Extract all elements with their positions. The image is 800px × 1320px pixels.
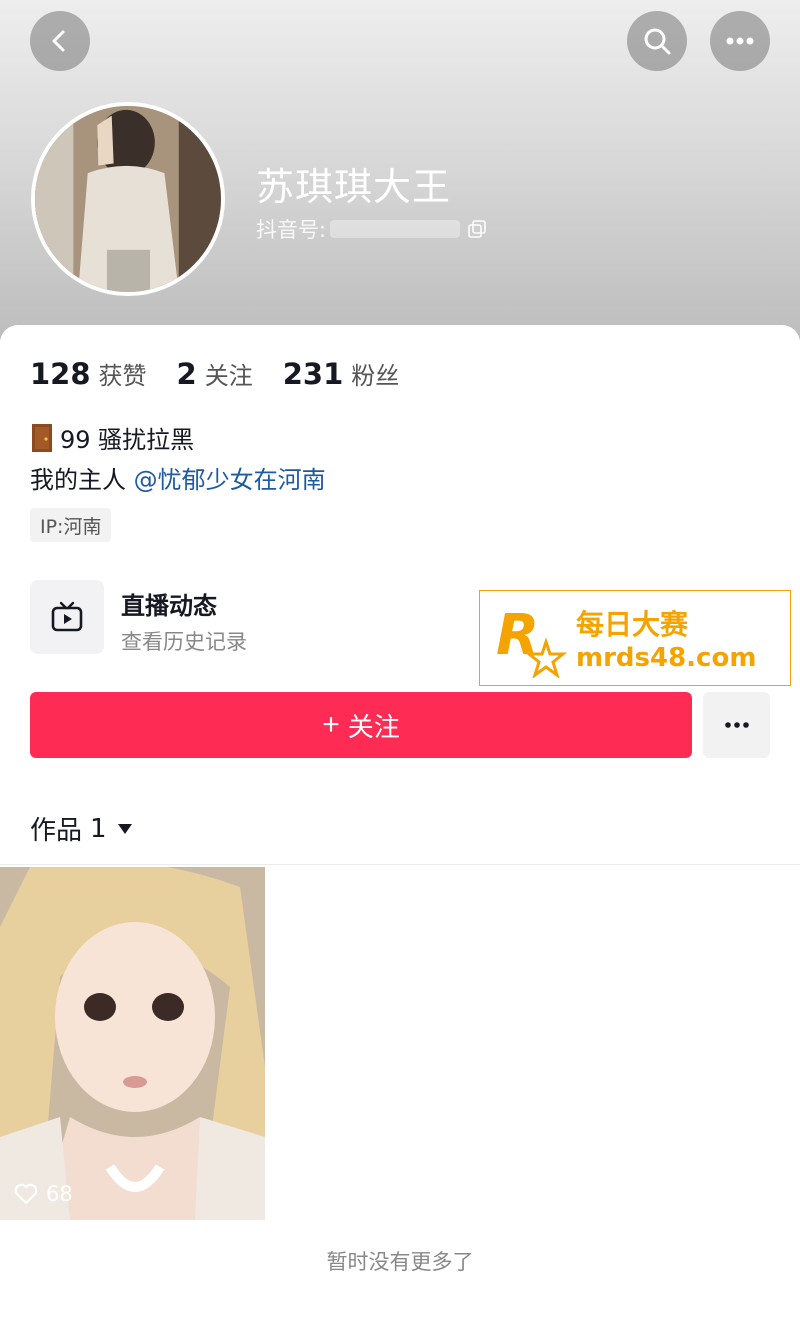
douyin-id: 抖音号: bbox=[256, 214, 486, 244]
divider bbox=[0, 864, 800, 865]
works-count: 1 bbox=[90, 813, 107, 844]
avatar-image bbox=[35, 106, 221, 292]
likes-label: 获赞 bbox=[98, 362, 147, 390]
video-thumbnail[interactable]: 68 bbox=[0, 867, 265, 1220]
profile-header: 苏琪琪大王 抖音号: bbox=[0, 0, 800, 340]
profile-name: 苏琪琪大王 bbox=[256, 165, 452, 209]
bio-text-1: 99 骚扰拉黑 bbox=[60, 426, 195, 454]
bio-line-1: 99 骚扰拉黑 bbox=[30, 420, 194, 455]
following-label: 关注 bbox=[204, 362, 253, 390]
more-icon bbox=[726, 37, 754, 45]
tv-icon bbox=[51, 601, 83, 632]
copy-icon[interactable] bbox=[468, 220, 486, 238]
no-more-text: 暂时没有更多了 bbox=[326, 1250, 474, 1274]
watermark-cn: 每日大赛 bbox=[576, 608, 689, 641]
video-likes: 68 bbox=[14, 1182, 73, 1206]
back-button[interactable] bbox=[30, 11, 90, 71]
door-icon bbox=[30, 423, 54, 453]
following-count: 2 bbox=[176, 357, 197, 391]
follow-more-button[interactable] bbox=[703, 692, 770, 758]
watermark-logo: R bbox=[494, 598, 574, 679]
ip-location-tag: IP:河南 bbox=[30, 508, 112, 542]
bio-line-2: 我的主人 @忧郁少女在河南 bbox=[30, 460, 326, 495]
heart-icon bbox=[14, 1183, 38, 1205]
video-likes-count: 68 bbox=[46, 1182, 73, 1206]
follow-button[interactable]: + 关注 bbox=[30, 692, 692, 758]
plus-icon: + bbox=[322, 708, 340, 741]
live-history-icon-box[interactable] bbox=[30, 580, 104, 654]
bio-text-2: 我的主人 bbox=[30, 466, 134, 494]
stat-followers[interactable]: 231 粉丝 bbox=[283, 356, 400, 391]
more-button[interactable] bbox=[710, 11, 770, 71]
back-icon bbox=[52, 30, 65, 52]
search-button[interactable] bbox=[627, 11, 687, 71]
avatar[interactable] bbox=[31, 102, 225, 296]
followers-count: 231 bbox=[282, 357, 344, 391]
mention-link[interactable]: @忧郁少女在河南 bbox=[134, 466, 326, 494]
watermark-url: mrds48.com bbox=[576, 643, 757, 673]
live-title[interactable]: 直播动态 bbox=[121, 586, 217, 621]
douyin-id-value-blurred bbox=[330, 220, 461, 238]
live-subtitle: 查看历史记录 bbox=[121, 630, 247, 654]
douyin-id-label: 抖音号: bbox=[256, 218, 327, 242]
works-label: 作品 bbox=[30, 816, 83, 846]
watermark-overlay: R 每日大赛 mrds48.com bbox=[479, 590, 791, 686]
search-icon bbox=[644, 28, 671, 55]
works-tab[interactable]: 作品 1 bbox=[30, 810, 133, 847]
thumbnail-image bbox=[0, 867, 265, 1220]
caret-down-icon bbox=[117, 823, 133, 835]
more-icon bbox=[724, 722, 749, 728]
followers-label: 粉丝 bbox=[351, 362, 400, 390]
stats-row: 128 获赞 2 关注 231 粉丝 bbox=[30, 356, 429, 391]
follow-label: 关注 bbox=[347, 711, 400, 742]
stat-following[interactable]: 2 关注 bbox=[177, 356, 253, 391]
stat-likes[interactable]: 128 获赞 bbox=[30, 356, 147, 391]
likes-count: 128 bbox=[30, 357, 91, 391]
